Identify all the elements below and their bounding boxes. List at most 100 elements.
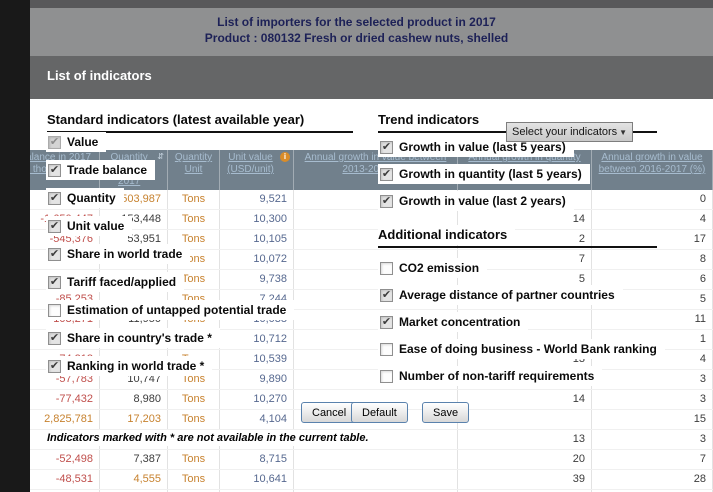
cancel-button[interactable]: Cancel	[301, 402, 357, 423]
cell-g_val_2y: 0	[592, 190, 713, 209]
tariff-faced-applied-checkbox[interactable]: ✔	[48, 276, 61, 289]
info-icon[interactable]: i	[280, 152, 290, 162]
indicator-value[interactable]: ✔ Value	[46, 132, 106, 152]
cell-unit_value: 10,105	[220, 230, 294, 249]
column-header-label[interactable]: Quantity Unit	[171, 152, 216, 176]
cell-g_val_5y	[294, 450, 458, 469]
table-row: -48,5314,555Tons10,6413928	[30, 470, 713, 490]
indicator-label: Estimation of untapped potential trade	[67, 303, 286, 317]
cell-unit_value: 9,521	[220, 190, 294, 209]
chevron-down-icon: ▼	[619, 128, 627, 137]
cell-g_qty_5y: 39	[458, 470, 592, 489]
cell-unit_value: 10,270	[220, 390, 294, 409]
cell-unit_value: 9,890	[220, 370, 294, 389]
column-header-label[interactable]: Unit value (USD/unit)	[223, 152, 278, 176]
cell-qty: 8,980	[100, 390, 168, 409]
indicator-unit-value[interactable]: ✔Unit value	[46, 216, 132, 236]
cell-unit: Tons	[168, 450, 220, 469]
indicator-ease-of-doing-business-world-bank-ranking[interactable]: Ease of doing business - World Bank rank…	[378, 339, 665, 359]
indicator-ranking-in-world-trade[interactable]: ✔ Ranking in world trade *	[46, 356, 212, 376]
panel-title: List of indicators	[47, 68, 152, 83]
indicator-label: Value	[67, 135, 98, 149]
co2-emission-checkbox[interactable]	[380, 262, 393, 275]
number-of-non-tariff-requirements-checkbox[interactable]	[380, 370, 393, 383]
trade-map-screen: List of importers for the selected produ…	[0, 0, 713, 492]
cell-unit: Tons	[168, 390, 220, 409]
cell-unit_value: 10,300	[220, 210, 294, 229]
cell-g_val_2y: 7	[592, 450, 713, 469]
cell-unit_value: 8,715	[220, 450, 294, 469]
cell-unit_value: 10,072	[220, 250, 294, 269]
cell-unit_value: 10,712	[220, 330, 294, 349]
cell-unit: Tons	[168, 410, 220, 429]
left-sidebar	[0, 0, 30, 492]
growth-in-value-last-5-years-checkbox[interactable]: ✔	[380, 141, 393, 154]
save-button[interactable]: Save	[422, 402, 469, 423]
indicator-share-in-country-s-trade[interactable]: ✔Share in country's trade *	[46, 328, 220, 348]
trade-balance-checkbox[interactable]: ✔	[48, 164, 61, 177]
cell-g_val_2y: 8	[592, 250, 713, 269]
column-header-quantity-unit[interactable]: Quantity Unit	[168, 150, 220, 190]
indicator-growth-in-value-last-2-years[interactable]: ✔Growth in value (last 2 years)	[378, 191, 574, 211]
average-distance-of-partner-countries-checkbox[interactable]: ✔	[380, 289, 393, 302]
indicator-label: CO2 emission	[399, 261, 479, 275]
cell-balance: -77,432	[30, 390, 100, 409]
page-title: List of importers for the selected produ…	[0, 14, 713, 30]
share-in-world-trade-checkbox[interactable]: ✔	[48, 248, 61, 261]
indicator-number-of-non-tariff-requirements[interactable]: Number of non-tariff requirements	[378, 366, 602, 386]
cell-g_qty_5y	[458, 410, 592, 429]
cell-qty: 17,203	[100, 410, 168, 429]
indicator-estimation-of-untapped-potential-trade[interactable]: Estimation of untapped potential trade	[46, 300, 294, 320]
cell-unit_value: 9,738	[220, 270, 294, 289]
unit-value-checkbox[interactable]: ✔	[48, 220, 61, 233]
indicator-quantity[interactable]: ✔ Quantity	[46, 188, 124, 208]
cell-g_qty_5y: 14	[458, 390, 592, 409]
indicator-average-distance-of-partner-countries[interactable]: ✔ Average distance of partner countries	[378, 285, 623, 305]
cell-balance: -52,498	[30, 450, 100, 469]
cell-unit: Tons	[168, 470, 220, 489]
cell-unit_value: 10,539	[220, 350, 294, 369]
value-checkbox[interactable]: ✔	[48, 136, 61, 149]
growth-in-value-last-2-years-checkbox[interactable]: ✔	[380, 195, 393, 208]
indicator-label: Trade balance	[67, 163, 147, 177]
indicator-label: Average distance of partner countries	[399, 288, 615, 302]
indicator-label: Quantity	[67, 191, 116, 205]
default-button[interactable]: Default	[351, 402, 408, 423]
indicator-market-concentration[interactable]: ✔Market concentration	[378, 312, 528, 332]
estimation-of-untapped-potential-trade-checkbox[interactable]	[48, 304, 61, 317]
indicator-co2-emission[interactable]: CO2 emission	[378, 258, 487, 278]
section-heading: Trend indicators	[378, 110, 487, 130]
section-heading: Standard indicators (latest available ye…	[47, 110, 312, 130]
indicator-label: Number of non-tariff requirements	[399, 369, 594, 383]
cell-g_val_2y: 3	[592, 390, 713, 409]
indicator-label: Ranking in world trade *	[67, 359, 204, 373]
column-header-label[interactable]: Annual growth in value between 2016-2017…	[595, 152, 709, 176]
cell-qty: 7,387	[100, 450, 168, 469]
ease-of-doing-business-world-bank-ranking-checkbox[interactable]	[380, 343, 393, 356]
indicator-trade-balance[interactable]: ✔ Trade balance	[46, 160, 155, 180]
ranking-in-world-trade-checkbox[interactable]: ✔	[48, 360, 61, 373]
cell-unit: Tons	[168, 190, 220, 209]
cell-g_val_2y: 3	[592, 370, 713, 389]
select-your-indicators-dropdown[interactable]: Select your indicators ▼	[506, 122, 633, 142]
market-concentration-checkbox[interactable]: ✔	[380, 316, 393, 329]
section-heading: Additional indicators	[378, 225, 515, 245]
product-subtitle: Product : 080132 Fresh or dried cashew n…	[0, 30, 713, 46]
page-header: List of importers for the selected produ…	[0, 8, 713, 56]
column-header-annual-growth-in-value-between-2016-2017[interactable]: Annual growth in value between 2016-2017…	[592, 150, 713, 190]
cell-g_val_5y	[294, 470, 458, 489]
quantity-checkbox[interactable]: ✔	[48, 192, 61, 205]
subheader-band: List of indicators	[0, 56, 713, 99]
indicator-label: Ease of doing business - World Bank rank…	[399, 342, 657, 356]
indicator-label: Growth in value (last 5 years)	[399, 140, 566, 154]
indicator-growth-in-quantity-last-5-years[interactable]: ✔Growth in quantity (last 5 years)	[378, 164, 590, 184]
sort-icon[interactable]: ⇵	[157, 152, 164, 162]
growth-in-quantity-last-5-years-checkbox[interactable]: ✔	[380, 168, 393, 181]
indicator-tariff-faced-applied[interactable]: ✔Tariff faced/applied	[46, 272, 184, 292]
share-in-country-s-trade-checkbox[interactable]: ✔	[48, 332, 61, 345]
cell-g_qty_5y: 20	[458, 450, 592, 469]
asterisk-note: Indicators marked with * are not availab…	[45, 430, 377, 446]
indicator-share-in-world-trade[interactable]: ✔Share in world trade	[46, 244, 190, 264]
column-header-unit-value-usd-unit[interactable]: Unit value (USD/unit)i	[220, 150, 294, 190]
cell-g_qty_5y: 13	[458, 430, 592, 449]
